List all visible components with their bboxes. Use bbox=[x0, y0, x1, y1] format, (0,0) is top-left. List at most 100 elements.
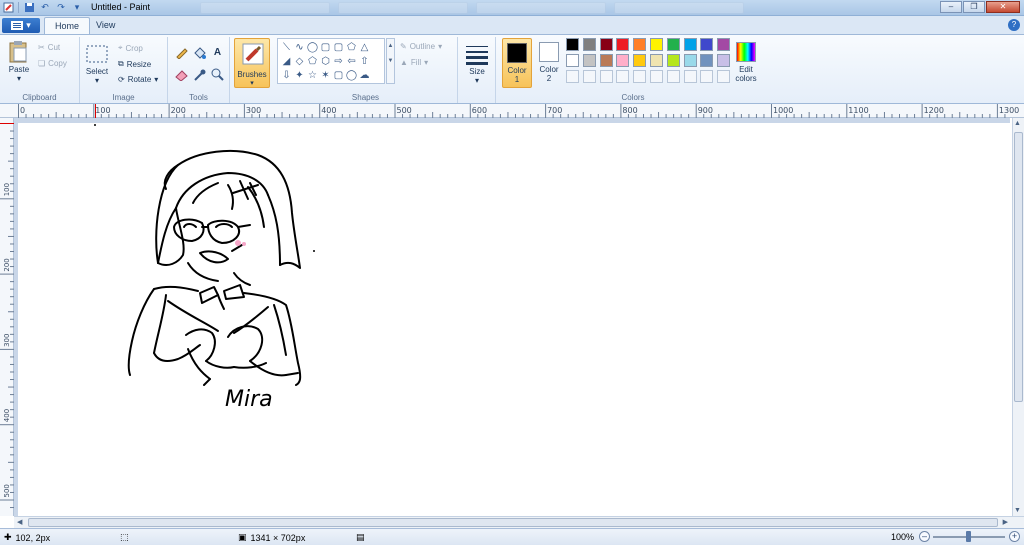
ruler-tick-label: 300 bbox=[3, 334, 11, 347]
ruler-tick bbox=[168, 104, 170, 118]
ruler-tick-label: 1000 bbox=[773, 106, 793, 115]
customize-toolbar-icon[interactable]: ▾ bbox=[71, 1, 83, 13]
fill-icon: ▲ bbox=[400, 58, 408, 67]
size-button[interactable]: Size ▾ bbox=[464, 41, 490, 85]
fill-bucket-icon[interactable] bbox=[192, 45, 207, 60]
zoom-out-button[interactable]: – bbox=[919, 531, 930, 542]
vertical-scrollbar[interactable]: ▲ ▼ bbox=[1012, 118, 1024, 516]
resize-button[interactable]: ⧉ Resize bbox=[118, 59, 151, 69]
zoom-slider-thumb[interactable] bbox=[966, 531, 971, 542]
paint-app-icon bbox=[2, 1, 14, 13]
diamond-shape-icon[interactable]: ◇ bbox=[293, 55, 306, 67]
five-point-star-shape-icon[interactable]: ☆ bbox=[306, 69, 319, 81]
brushes-button[interactable]: Brushes ▾ bbox=[234, 38, 270, 88]
line-shape-icon[interactable]: ⟍ bbox=[280, 41, 293, 53]
scroll-left-icon[interactable]: ◀ bbox=[17, 518, 22, 526]
brush-icon bbox=[241, 42, 265, 68]
cursor-position: ✚ 102, 2px bbox=[4, 532, 51, 543]
eraser-icon[interactable] bbox=[174, 67, 189, 82]
selection-size: ⬚ bbox=[120, 532, 129, 543]
drawing-canvas[interactable]: Mira bbox=[18, 123, 1010, 516]
image-size-icon: ▣ bbox=[238, 532, 247, 542]
undo-icon[interactable]: ↶ bbox=[39, 1, 51, 13]
left-arrow-shape-icon[interactable]: ⇦ bbox=[345, 55, 358, 67]
vertical-ruler: 100 200 300 400 500 bbox=[0, 118, 14, 516]
disk-icon: ▤ bbox=[356, 532, 365, 542]
maximize-button[interactable]: ❐ bbox=[963, 1, 985, 13]
rounded-rectangle-shape-icon[interactable]: ▢ bbox=[332, 41, 345, 53]
paste-button[interactable]: Paste ▾ bbox=[6, 39, 32, 83]
rectangle-shape-icon[interactable]: ▢ bbox=[319, 41, 332, 53]
right-triangle-shape-icon[interactable]: ◢ bbox=[280, 55, 293, 67]
help-icon[interactable]: ? bbox=[1008, 19, 1020, 31]
close-button[interactable]: ✕ bbox=[986, 1, 1020, 13]
redo-icon[interactable]: ↷ bbox=[55, 1, 67, 13]
scroll-up-icon[interactable]: ▲ bbox=[1014, 120, 1021, 127]
save-icon[interactable] bbox=[23, 1, 35, 13]
cursor-position-marker-y bbox=[0, 123, 14, 124]
ruler-tick-label: 400 bbox=[321, 106, 336, 115]
ruler-tick bbox=[846, 104, 848, 118]
fill-button[interactable]: ▲ Fill ▾ bbox=[400, 58, 428, 67]
ruler-tick-label: 100 bbox=[95, 106, 110, 115]
copy-button[interactable]: ❏ Copy bbox=[38, 59, 67, 68]
magnifier-icon[interactable] bbox=[210, 67, 225, 82]
colors-group-label: Colors bbox=[621, 93, 645, 102]
outline-icon: ✎ bbox=[400, 42, 407, 51]
file-size: ▤ bbox=[356, 532, 365, 543]
pentagon-shape-icon[interactable]: ⬠ bbox=[306, 55, 319, 67]
color-picker-icon[interactable] bbox=[192, 67, 207, 82]
ruler-tick-label: 900 bbox=[698, 106, 713, 115]
tab-view[interactable]: View bbox=[86, 17, 125, 34]
file-menu-icon bbox=[11, 21, 24, 30]
tab-home[interactable]: Home bbox=[44, 17, 91, 34]
ruler-tick bbox=[319, 104, 321, 118]
zoom-in-button[interactable]: + bbox=[1009, 531, 1020, 542]
ruler-tick-label: 1200 bbox=[924, 106, 944, 115]
four-point-star-shape-icon[interactable]: ✦ bbox=[293, 69, 306, 81]
polygon-shape-icon[interactable]: ⬠ bbox=[345, 41, 358, 53]
oval-callout-shape-icon[interactable]: ◯ bbox=[345, 69, 358, 81]
zoom-level: 100% bbox=[891, 532, 915, 542]
ruler-tick-label: 600 bbox=[472, 106, 487, 115]
ribbon-tab-row: ▾ Home View ? bbox=[0, 16, 1024, 34]
ruler-tick bbox=[771, 104, 772, 118]
pencil-icon[interactable] bbox=[174, 45, 189, 60]
right-arrow-shape-icon[interactable]: ⇨ bbox=[332, 55, 345, 67]
ruler-tick-label: 200 bbox=[171, 106, 186, 115]
title-bar: ↶ ↷ ▾ Untitled - Paint – ❐ ✕ bbox=[0, 0, 1024, 16]
hexagon-shape-icon[interactable]: ⬡ bbox=[319, 55, 332, 67]
horizontal-scroll-thumb[interactable] bbox=[28, 518, 998, 527]
rotate-button[interactable]: ⟳ Rotate ▾ bbox=[118, 75, 158, 84]
image-group-label: Image bbox=[112, 93, 135, 102]
ruler-tick bbox=[545, 104, 547, 118]
select-button[interactable]: Select ▾ bbox=[84, 41, 110, 85]
outline-button[interactable]: ✎ Outline ▾ bbox=[400, 42, 442, 51]
six-point-star-shape-icon[interactable]: ✶ bbox=[319, 69, 332, 81]
down-arrow-shape-icon[interactable]: ⇩ bbox=[280, 69, 293, 81]
scroll-right-icon[interactable]: ▶ bbox=[1003, 518, 1008, 526]
minimize-button[interactable]: – bbox=[940, 1, 962, 13]
oval-shape-icon[interactable]: ◯ bbox=[306, 41, 319, 53]
curve-shape-icon[interactable]: ∿ bbox=[293, 41, 306, 53]
cloud-callout-shape-icon[interactable]: ☁ bbox=[358, 69, 371, 81]
quick-access-toolbar: ↶ ↷ ▾ bbox=[2, 1, 83, 13]
ruler-tick-label: 1100 bbox=[848, 106, 868, 115]
vertical-scroll-thumb[interactable] bbox=[1014, 132, 1023, 402]
shapes-gallery-scrollbar[interactable]: ▲ ▼ bbox=[386, 38, 395, 84]
chevron-down-icon: ▾ bbox=[26, 20, 31, 30]
crop-button[interactable]: ⌖ Crop bbox=[118, 43, 143, 53]
rounded-callout-shape-icon[interactable]: ▢ bbox=[332, 69, 345, 81]
window-controls: – ❐ ✕ bbox=[940, 1, 1020, 13]
horizontal-scrollbar[interactable]: ◀ ▶ bbox=[14, 516, 1024, 528]
chevron-down-icon: ▾ bbox=[424, 58, 429, 67]
ruler-tick-label: 300 bbox=[246, 106, 261, 115]
scroll-down-icon[interactable]: ▼ bbox=[1014, 507, 1021, 514]
file-menu-button[interactable]: ▾ bbox=[2, 18, 40, 33]
cut-button[interactable]: ✂ Cut bbox=[38, 43, 60, 52]
chevron-down-icon: ▾ bbox=[94, 76, 99, 85]
triangle-shape-icon[interactable]: △ bbox=[358, 41, 371, 53]
up-arrow-shape-icon[interactable]: ⇧ bbox=[358, 55, 371, 67]
text-tool-icon[interactable]: A bbox=[210, 45, 225, 60]
crop-icon: ⌖ bbox=[118, 43, 123, 52]
